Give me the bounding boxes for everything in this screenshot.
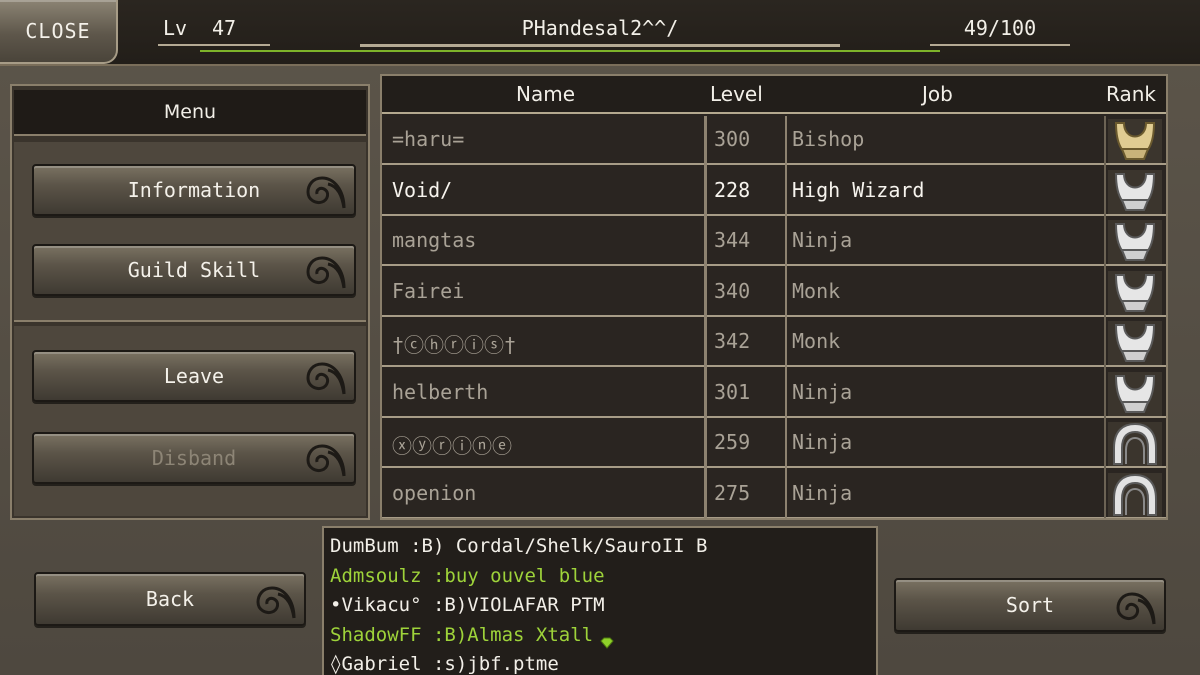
member-name: mangtas — [392, 228, 477, 252]
silver-rank-emblem-icon — [1108, 371, 1162, 416]
header-level: Level — [710, 82, 763, 106]
header-name: Name — [516, 82, 576, 106]
menu-panel: Menu Information Guild Skill Leave Disba… — [10, 84, 370, 520]
member-level: 300 — [714, 127, 751, 151]
member-name: =haru= — [392, 127, 465, 151]
chat-message: Admsoulz :buy ouvel blue — [330, 562, 870, 592]
member-job: Monk — [792, 329, 841, 353]
swirl-ornament-icon — [306, 444, 346, 477]
silver-rank-emblem-icon — [1108, 169, 1162, 214]
table-row[interactable]: †ⓒⓗⓡⓘⓢ† 342 Monk — [382, 318, 1166, 367]
member-name: helberth — [392, 379, 489, 404]
level-underline — [158, 44, 270, 46]
chat-log[interactable]: DumBum :B) Cordal/Shelk/SauroII B Admsoul… — [322, 526, 878, 675]
chat-message-text: DumBum :B) Cordal/Shelk/SauroII B — [330, 535, 708, 557]
column-divider — [785, 116, 787, 518]
member-count: 49/100 — [963, 16, 1037, 40]
menu-title: Menu — [14, 90, 366, 136]
back-label: Back — [145, 587, 195, 611]
member-job: Ninja — [792, 480, 853, 505]
member-job: Ninja — [792, 430, 853, 454]
chat-message-text: ◊Gabriel :s)jbf.ptme — [330, 653, 559, 675]
information-button[interactable]: Information — [32, 164, 356, 216]
back-button[interactable]: Back — [34, 572, 306, 626]
table-row[interactable]: ⓧⓨⓡⓘⓝⓔ 259 Ninja — [382, 419, 1166, 468]
table-header: Name Level Job Rank — [382, 76, 1166, 114]
member-name: Fairei — [392, 278, 465, 303]
level-label: Lv — [163, 16, 188, 40]
swirl-ornament-icon — [1116, 592, 1156, 625]
member-level: 340 — [714, 278, 751, 303]
scrollbar-thumb[interactable] — [1166, 116, 1168, 216]
table-row[interactable]: helberth 301 Ninja — [382, 369, 1166, 418]
member-name: †ⓒⓗⓡⓘⓢ† — [392, 333, 517, 357]
chat-message-text: Admsoulz :buy ouvel blue — [330, 564, 605, 587]
member-table: Name Level Job Rank =haru= 300 Bishop Void/… — [380, 74, 1168, 520]
count-underline — [930, 44, 1070, 46]
silver-rank-emblem-icon — [1108, 321, 1162, 365]
member-level: 259 — [714, 430, 751, 454]
exp-bar — [200, 50, 940, 52]
member-job: Monk — [792, 278, 841, 303]
chat-message: ◊Gabriel :s)jbf.ptme — [330, 650, 870, 675]
member-name: openion — [392, 480, 477, 505]
member-level: 342 — [714, 329, 751, 353]
table-row[interactable]: =haru= 300 Bishop — [382, 116, 1166, 165]
chat-message: ShadowFF :B)Almas Xtall — [330, 621, 870, 651]
member-job: Ninja — [792, 228, 853, 252]
column-divider — [704, 116, 707, 518]
disband-label: Disband — [151, 446, 237, 470]
chat-message: •Vikacu° :B)VIOLAFAR PTM — [330, 591, 870, 621]
silver-rank-emblem-icon — [1108, 220, 1162, 264]
table-row[interactable]: Fairei 340 Monk — [382, 268, 1166, 317]
guild-skill-label: Guild Skill — [127, 258, 261, 282]
chat-message: DumBum :B) Cordal/Shelk/SauroII B — [330, 532, 870, 562]
leave-label: Leave — [163, 364, 225, 388]
swirl-ornament-icon — [306, 176, 346, 209]
information-label: Information — [127, 178, 261, 202]
arch-rank-emblem-icon — [1108, 422, 1162, 466]
level-value: 47 — [212, 16, 237, 40]
table-row[interactable]: mangtas 344 Ninja — [382, 217, 1166, 266]
table-row[interactable]: Void/228 High Wizard — [382, 167, 1166, 216]
disband-button[interactable]: Disband — [32, 432, 356, 484]
top-bar: CLOSE Lv 47 PHandesal2^^/ 49/100 — [0, 0, 1200, 66]
member-name: Void/ — [392, 177, 453, 202]
table-scrollbar[interactable] — [1166, 116, 1168, 520]
leave-button[interactable]: Leave — [32, 350, 356, 402]
guild-skill-button[interactable]: Guild Skill — [32, 244, 356, 296]
gold-rank-emblem-icon — [1108, 119, 1162, 163]
member-level: 301 — [714, 379, 751, 404]
member-level: 344 — [714, 228, 751, 252]
chat-message-text: •Vikacu° :B)VIOLAFAR PTM — [330, 594, 605, 616]
column-divider — [1104, 116, 1106, 518]
name-underline — [360, 44, 840, 47]
swirl-ornament-icon — [306, 362, 346, 395]
player-name: PHandesal2^^/ — [521, 16, 679, 40]
member-name: ⓧⓨⓡⓘⓝⓔ — [392, 434, 512, 458]
silver-rank-emblem-icon — [1108, 270, 1162, 315]
header-job: Job — [922, 82, 953, 106]
menu-group-primary: Information Guild Skill — [14, 142, 366, 322]
menu-group-secondary: Leave Disband — [14, 326, 366, 516]
chat-message-text: ShadowFF :B)Almas Xtall — [330, 623, 594, 646]
green-gem-icon — [599, 629, 615, 649]
swirl-ornament-icon — [306, 256, 346, 289]
swirl-ornament-icon — [256, 586, 296, 619]
member-level: 228 — [714, 177, 751, 202]
member-level: 275 — [714, 480, 751, 505]
close-button[interactable]: CLOSE — [0, 0, 118, 64]
header-rank: Rank — [1106, 82, 1156, 106]
member-job: Ninja — [792, 379, 853, 404]
member-job: High Wizard — [792, 177, 925, 202]
table-row[interactable]: openion 275 Ninja — [382, 470, 1166, 518]
sort-button[interactable]: Sort — [894, 578, 1166, 632]
sort-label: Sort — [1005, 593, 1055, 617]
arch-rank-emblem-icon — [1108, 472, 1162, 517]
member-job: Bishop — [792, 127, 865, 151]
